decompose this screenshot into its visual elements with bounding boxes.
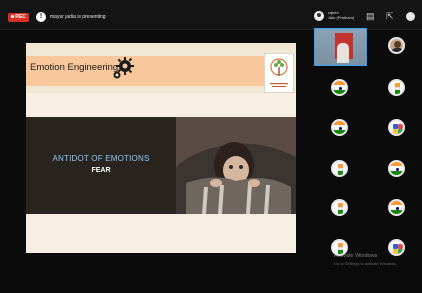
participant-grid bbox=[311, 26, 422, 271]
flag-green bbox=[333, 129, 346, 134]
activate-windows-subtext: Go to Settings to activate Windows. bbox=[334, 261, 398, 266]
slide-text-panel: ANTIDOT OF EMOTIONS FEAR bbox=[26, 117, 176, 214]
participant-avatar[interactable] bbox=[388, 119, 405, 136]
profile-icon[interactable] bbox=[406, 12, 415, 21]
presenter-avatar: ! bbox=[36, 12, 46, 22]
slide-spacer bbox=[26, 93, 296, 117]
participant-avatar[interactable] bbox=[331, 199, 348, 216]
institute-logo bbox=[264, 53, 294, 93]
slide-heading: ANTIDOT OF EMOTIONS bbox=[52, 154, 150, 163]
participant-avatar[interactable] bbox=[388, 199, 405, 216]
slide-title: Emotion Engineering bbox=[30, 62, 119, 73]
slide-content: ANTIDOT OF EMOTIONS FEAR bbox=[26, 117, 296, 214]
flag-green bbox=[338, 171, 343, 175]
chakra-icon bbox=[339, 87, 342, 90]
participant-avatar[interactable] bbox=[388, 37, 405, 54]
chakra-icon bbox=[396, 207, 399, 210]
recording-label: REC bbox=[15, 14, 26, 20]
record-dot-icon bbox=[11, 15, 15, 19]
chakra-icon bbox=[339, 127, 342, 130]
participant-avatar[interactable] bbox=[331, 160, 348, 177]
presenting-status: mayur jadia is presenting bbox=[50, 14, 106, 20]
avatar-quadrant-green bbox=[398, 249, 403, 254]
gear-icon bbox=[113, 57, 134, 79]
flag-green bbox=[390, 209, 403, 214]
tree-logo-icon bbox=[270, 58, 288, 87]
slide-header: Emotion Engineering bbox=[26, 47, 296, 93]
chakra-icon bbox=[396, 168, 399, 171]
avatar-body bbox=[391, 48, 403, 52]
meeting-window: REC ! mayur jadia is presenting rajeev J… bbox=[0, 0, 422, 293]
self-avatar bbox=[314, 11, 324, 21]
fearful-child-photo bbox=[176, 117, 296, 214]
self-name: rajeev Jain (Pratham) bbox=[328, 10, 354, 20]
participant-avatar[interactable] bbox=[331, 119, 348, 136]
participant-avatar[interactable] bbox=[388, 160, 405, 177]
flag-green bbox=[338, 210, 343, 214]
avatar-head bbox=[394, 41, 401, 48]
slide-subheading: FEAR bbox=[91, 167, 111, 174]
recording-button[interactable]: REC bbox=[8, 13, 29, 22]
activate-windows-watermark: Activate Windows bbox=[334, 253, 378, 259]
expand-icon[interactable]: ⇱ bbox=[386, 12, 394, 21]
avatar-quadrant-green bbox=[398, 129, 403, 134]
child-under-blanket-image bbox=[176, 117, 296, 214]
flag-green bbox=[390, 170, 403, 175]
self-name-line2: Jain (Pratham) bbox=[328, 15, 355, 20]
participant-avatar[interactable] bbox=[388, 239, 405, 256]
participant-avatar[interactable] bbox=[331, 79, 348, 96]
participant-video-tile[interactable] bbox=[314, 28, 367, 66]
participant-avatar[interactable] bbox=[388, 79, 405, 96]
slide-footer bbox=[26, 214, 296, 253]
video-person bbox=[337, 43, 349, 63]
presentation-slide: Emotion Engineering ANTIDOT OF EMOTIONS … bbox=[26, 43, 296, 253]
flag-green bbox=[395, 90, 400, 94]
people-icon[interactable]: ▤ bbox=[366, 12, 375, 21]
flag-green bbox=[333, 89, 346, 94]
